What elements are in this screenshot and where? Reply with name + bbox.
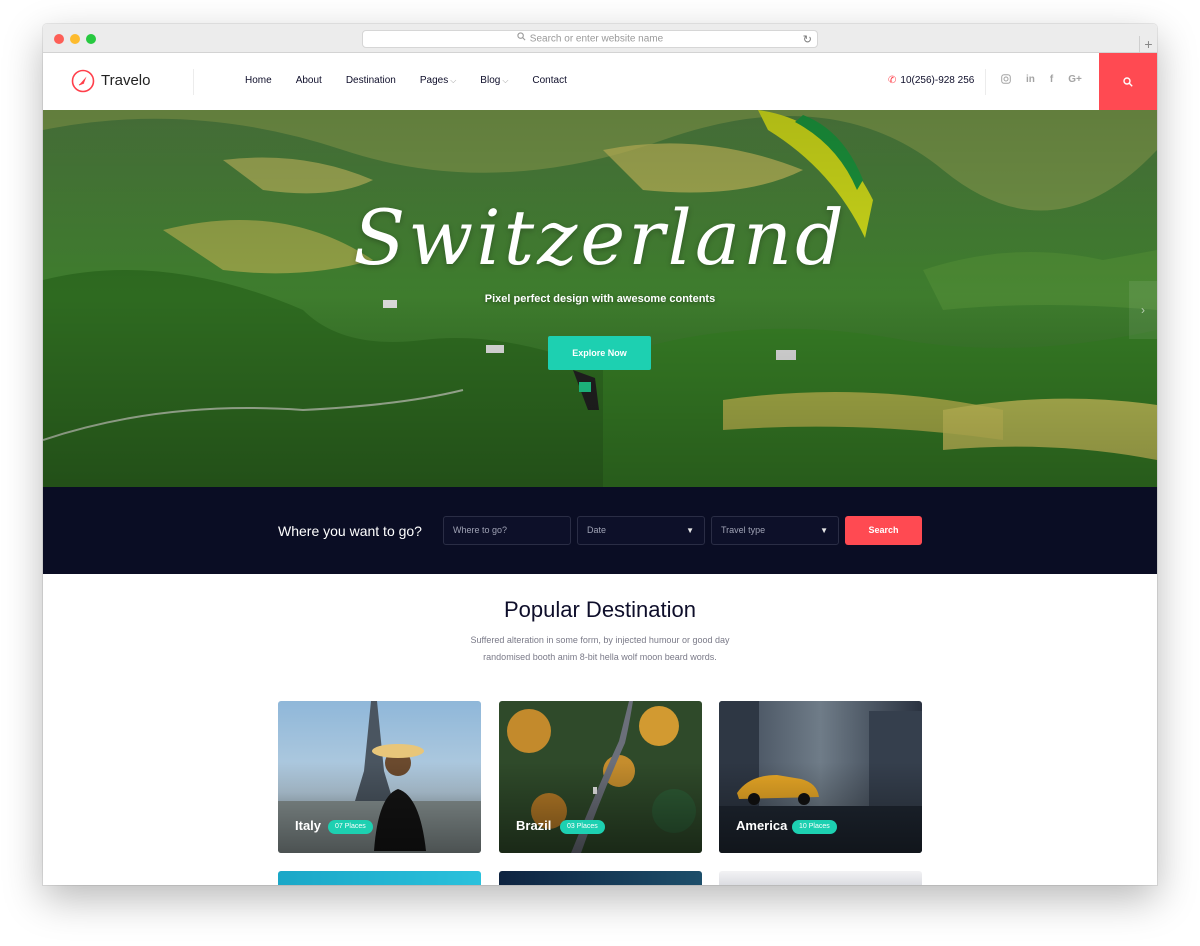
main-menu: Home About Destination Pages ⌵ Blog ⌵ Cont…: [245, 75, 591, 86]
hero-subtitle: Pixel perfect design with awesome conten…: [484, 293, 716, 305]
destination-search-bar: Where you want to go? Where to go? Date …: [43, 487, 1157, 574]
where-to-go-input[interactable]: Where to go?: [443, 516, 571, 545]
nav-item-home[interactable]: Home: [245, 75, 272, 86]
destination-name: Brazil: [516, 818, 552, 833]
hero-title: Switzerland: [353, 193, 847, 282]
new-tab-button[interactable]: +: [1139, 36, 1157, 53]
slider-next-arrow-icon[interactable]: ›: [1129, 281, 1157, 339]
destination-card-america[interactable]: America 10 Places: [719, 701, 922, 853]
chevron-down-icon: ⌵: [450, 76, 457, 85]
site-header: Travelo Home About Destination Pages ⌵ Bl…: [43, 53, 1157, 110]
caret-down-icon: ▼: [686, 526, 694, 535]
destination-card-brazil[interactable]: Brazil 03 Places: [499, 701, 702, 853]
caret-down-icon: ▼: [820, 526, 828, 535]
travel-type-select[interactable]: Travel type ▼: [711, 516, 839, 545]
instagram-icon[interactable]: [1001, 74, 1011, 87]
destination-card-partial[interactable]: [278, 871, 481, 885]
destination-card-partial[interactable]: [499, 871, 702, 885]
card-gradient-overlay: [278, 761, 481, 853]
page-background: Search or enter website name ↻ + Travelo…: [0, 0, 1200, 946]
minimize-window-button[interactable]: [70, 34, 80, 44]
nav-divider: [985, 69, 986, 95]
compass-logo-icon[interactable]: [71, 69, 95, 93]
places-count-badge: 03 Places: [560, 820, 605, 834]
phone-icon: ✆: [888, 75, 897, 86]
section-description-line: Suffered alteration in some form, by inj…: [470, 635, 730, 645]
nav-item-pages[interactable]: Pages ⌵: [420, 75, 456, 86]
linkedin-icon[interactable]: in: [1026, 74, 1035, 87]
card-gradient-overlay: [499, 761, 702, 853]
nav-item-contact[interactable]: Contact: [532, 75, 566, 86]
maximize-window-button[interactable]: [86, 34, 96, 44]
browser-window: Search or enter website name ↻ + Travelo…: [43, 24, 1157, 885]
close-window-button[interactable]: [54, 34, 64, 44]
address-placeholder: Search or enter website name: [529, 33, 664, 45]
brand-name[interactable]: Travelo: [101, 72, 150, 89]
reload-icon[interactable]: ↻: [803, 32, 812, 48]
search-icon: [1123, 77, 1133, 87]
where-to-go-placeholder: Where to go?: [453, 525, 508, 535]
card-gradient-overlay: [719, 761, 922, 853]
search-heading: Where you want to go?: [278, 523, 422, 539]
google-plus-icon[interactable]: G+: [1068, 74, 1082, 87]
hero-slider: Switzerland Pixel perfect design with aw…: [43, 110, 1157, 487]
section-description-line: randomised booth anim 8-bit hella wolf m…: [483, 652, 717, 662]
date-select[interactable]: Date ▼: [577, 516, 705, 545]
nav-item-destination[interactable]: Destination: [346, 75, 396, 86]
destination-name: America: [736, 818, 788, 833]
destination-card-italy[interactable]: Italy 07 Places: [278, 701, 481, 853]
browser-toolbar: Search or enter website name ↻ +: [43, 24, 1157, 53]
places-count-badge: 07 Places: [328, 820, 373, 834]
social-links: in f G+: [1001, 74, 1097, 87]
explore-now-button[interactable]: Explore Now: [548, 336, 651, 370]
phone-contact[interactable]: ✆ 10(256)-928 256: [888, 75, 974, 86]
phone-number: 10(256)-928 256: [900, 75, 975, 86]
chevron-down-icon: ⌵: [502, 76, 509, 85]
header-search-button[interactable]: [1099, 53, 1157, 110]
travel-type-select-value: Travel type: [721, 525, 766, 535]
nav-item-about[interactable]: About: [296, 75, 322, 86]
nav-item-blog[interactable]: Blog ⌵: [480, 75, 508, 86]
destination-name: Italy: [295, 818, 322, 833]
section-description: Suffered alteration in some form, by inj…: [410, 632, 790, 666]
date-select-value: Date: [587, 525, 607, 535]
search-submit-button[interactable]: Search: [845, 516, 922, 545]
search-icon: [517, 31, 526, 47]
nav-divider: [193, 69, 194, 95]
places-count-badge: 10 Places: [792, 820, 837, 834]
section-title: Popular Destination: [503, 597, 696, 622]
address-bar[interactable]: Search or enter website name ↻: [362, 30, 818, 48]
facebook-icon[interactable]: f: [1050, 74, 1053, 87]
destination-card-partial[interactable]: [719, 871, 922, 885]
